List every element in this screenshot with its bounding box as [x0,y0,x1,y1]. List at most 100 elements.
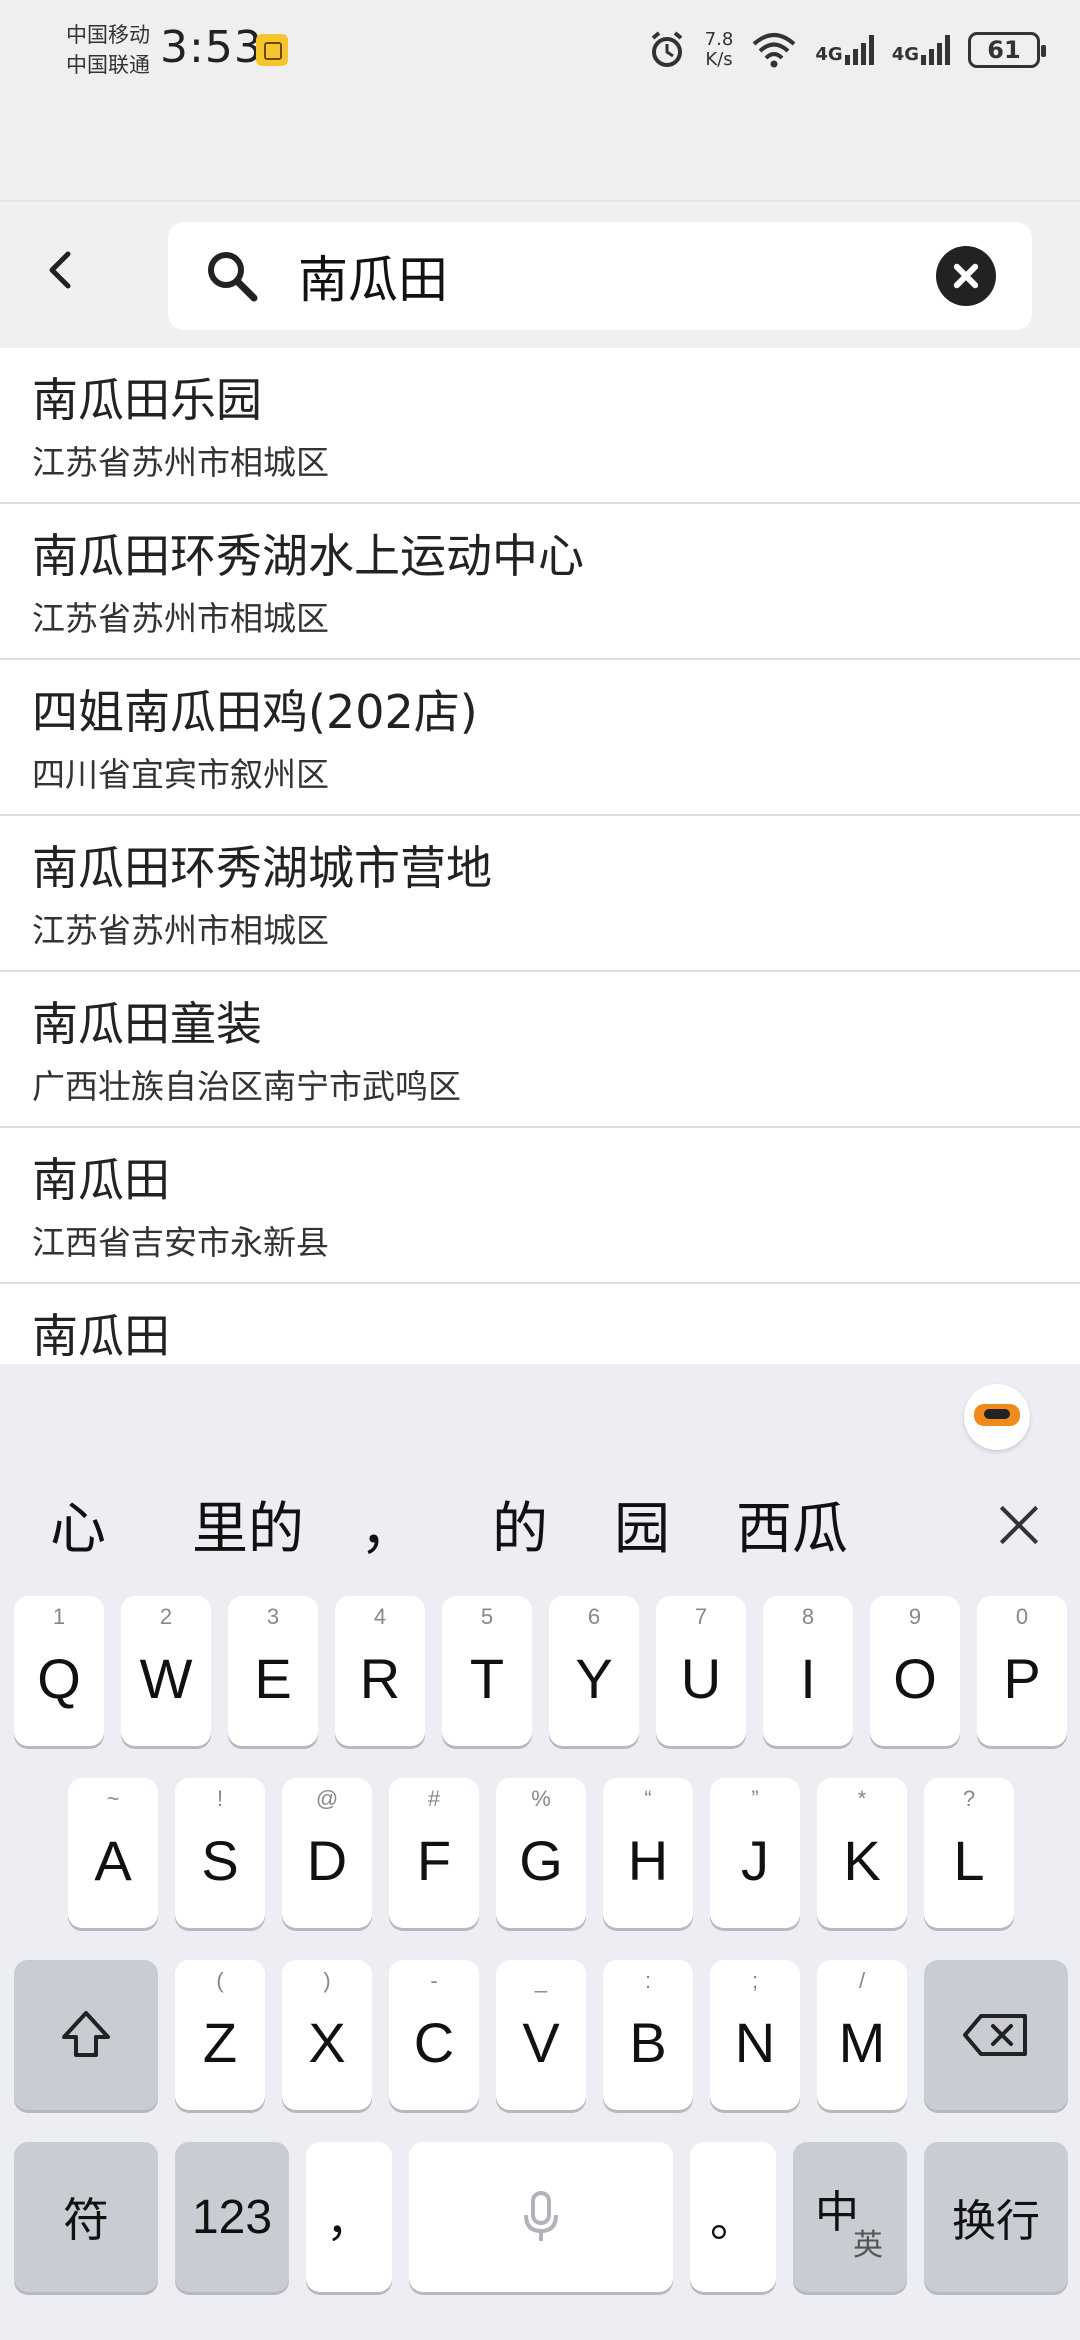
result-subtitle: 江苏省苏州市相城区 [32,911,329,950]
result-title: 南瓜田 [32,1153,170,1207]
candidate-bar: 心 里的 ， 的 园 西瓜 [0,1464,1080,1574]
result-title: 南瓜田童装 [32,997,262,1051]
candidate-word[interactable]: ， [360,1484,416,1565]
space-key[interactable] [409,2142,673,2292]
key-q[interactable]: 1Q [14,1596,104,1746]
key-hint: - [430,1968,438,1993]
list-item[interactable]: 南瓜田乐园 江苏省苏州市相城区 [0,348,1080,504]
key-l[interactable]: ? L [924,1778,1014,1928]
key-e[interactable]: 3E [228,1596,318,1746]
key-f[interactable]: # F [389,1778,479,1928]
close-icon[interactable] [994,1500,1044,1550]
battery-indicator: 61 [968,32,1046,68]
key-b[interactable]: :B [603,1960,693,2110]
result-title: 四姐南瓜田鸡(202店) [32,685,478,739]
key-y[interactable]: 6Y [549,1596,639,1746]
backspace-key[interactable] [924,1960,1068,2110]
key-g[interactable]: % G [496,1778,586,1928]
wifi-icon [753,33,796,68]
symbols-key[interactable]: 符 [14,2142,158,2292]
candidate-word[interactable]: 心 [50,1484,106,1565]
key-c[interactable]: -C [389,1960,479,2110]
result-subtitle: 广西壮族自治区南宁市武鸣区 [32,1067,461,1106]
key-h[interactable]: “H [603,1778,693,1928]
candidate-word[interactable]: 园 [614,1484,670,1565]
key-hint: ) [323,1968,331,1993]
enter-key[interactable]: 换行 [924,2142,1068,2292]
notification-badge-icon [256,34,288,66]
shift-key[interactable] [14,1960,158,2110]
candidate-word[interactable]: 西瓜 [736,1484,848,1565]
carrier-info: 中国移动 中国联通 [66,20,150,80]
result-subtitle: 江苏省苏州市相城区 [32,599,329,638]
key-v[interactable]: _ V [496,1960,586,2110]
list-item[interactable]: 南瓜田 [0,1284,1080,1364]
key-label: 符 [63,2193,109,2247]
key-j[interactable]: ” J [710,1778,800,1928]
key-label: X [308,2010,346,2074]
result-title: 南瓜田环秀湖水上运动中心 [32,529,584,583]
list-item[interactable]: 四姐南瓜田鸡(202店) 四川省宜宾市叙州区 [0,660,1080,816]
key-z[interactable]: (Z [175,1960,265,2110]
chevron-left-icon [49,251,71,289]
clear-icon[interactable] [936,246,996,306]
key-s[interactable]: ! S [175,1778,265,1928]
key-x[interactable]: ) X [282,1960,372,2110]
key-a[interactable]: ~ A [68,1778,158,1928]
list-item[interactable]: 南瓜田环秀湖水上运动中心 江苏省苏州市相城区 [0,504,1080,660]
alarm-icon [651,31,683,67]
list-item[interactable]: 南瓜田 江西省吉安市永新县 [0,1128,1080,1284]
status-bar: 中国移动 中国联通 3:53 7.8 K/s 4G 4G 61 [0,0,1080,100]
key-hint: 6 [587,1604,601,1629]
key-p[interactable]: 0P [977,1596,1067,1746]
shift-icon [62,2011,110,2057]
network-speed-unit: K/s [705,49,733,70]
key-d[interactable]: @ D [282,1778,372,1928]
key-label: G [519,1828,563,1892]
network-speed: 7.8 K/s [705,30,734,70]
list-item[interactable]: 南瓜田环秀湖城市营地 江苏省苏州市相城区 [0,816,1080,972]
key-hint: : [644,1968,652,1993]
key-m[interactable]: / M [817,1960,907,2110]
comma-key[interactable]: ， [306,2142,392,2292]
key-w[interactable]: 2W [121,1596,211,1746]
clock: 3:53 [160,22,263,73]
key-label: U [680,1646,722,1710]
key-label: V [522,2010,560,2074]
key-k[interactable]: * K [817,1778,907,1928]
result-subtitle: 四川省宜宾市叙州区 [32,755,329,794]
search-box[interactable] [168,222,1032,330]
candidate-word[interactable]: 里的 [192,1484,304,1565]
key-u[interactable]: 7U [656,1596,746,1746]
signal-1: 4G [815,35,874,65]
back-button[interactable] [30,240,90,300]
key-r[interactable]: 4R [335,1596,425,1746]
key-label: Y [575,1646,613,1710]
result-subtitle: 江西省吉安市永新县 [32,1223,329,1262]
key-t[interactable]: 5T [442,1596,532,1746]
candidate-word[interactable]: 的 [492,1484,548,1565]
key-label: H [627,1828,669,1892]
key-hint: 8 [801,1604,815,1629]
key-n[interactable]: ; N [710,1960,800,2110]
assistant-mascot-icon[interactable] [964,1384,1030,1450]
backspace-icon [963,2014,1027,2056]
key-hint: ! [216,1786,224,1811]
period-key[interactable]: 。 [690,2142,776,2292]
key-label: N [734,2010,776,2074]
language-switch-key[interactable]: 中 英 [793,2142,907,2292]
key-hint: % [531,1786,551,1811]
key-o[interactable]: 9O [870,1596,960,1746]
search-icon [208,252,258,302]
key-hint: * [857,1786,867,1811]
key-i[interactable]: 8I [763,1596,853,1746]
numbers-key[interactable]: 123 [175,2142,289,2292]
signal-bars-icon [844,35,874,65]
key-hint: ? [962,1786,976,1811]
key-label: W [139,1646,193,1710]
key-label: B [629,2010,667,2074]
key-hint: “ [644,1786,652,1811]
list-item[interactable]: 南瓜田童装 广西壮族自治区南宁市武鸣区 [0,972,1080,1128]
key-label: S [201,1828,239,1892]
search-input[interactable] [298,236,878,316]
